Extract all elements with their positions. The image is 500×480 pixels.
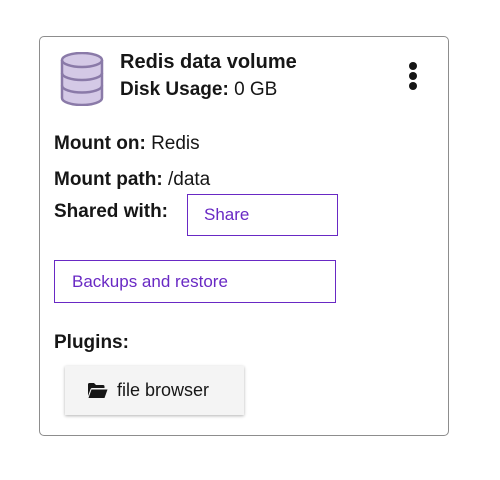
plugin-label: file browser (117, 380, 210, 400)
disk-usage-value: 0 GB (234, 79, 278, 100)
volume-title: Redis data volume (120, 51, 297, 73)
folder-open-icon (88, 383, 108, 398)
mount-on-row: Mount on: Redis (54, 132, 200, 156)
kebab-dot (409, 62, 417, 70)
kebab-menu-icon[interactable] (402, 59, 424, 93)
plugins-label: Plugins: (54, 332, 129, 353)
backups-and-restore-button[interactable]: Backups and restore (54, 260, 336, 303)
database-icon (60, 52, 104, 106)
share-button[interactable]: Share (187, 194, 338, 236)
shared-with-label: Shared with: (54, 201, 169, 222)
file-browser-plugin-button[interactable]: file browser (65, 366, 244, 415)
mount-on-value: Redis (151, 133, 200, 154)
kebab-dot (409, 82, 417, 90)
disk-usage-label: Disk Usage: (120, 79, 229, 100)
shared-with-row: Shared with: (54, 200, 168, 224)
mount-path-label: Mount path: (54, 169, 163, 190)
volume-card: Redis data volume Disk Usage: 0 GB Mount… (39, 36, 449, 436)
disk-usage: Disk Usage: 0 GB (120, 78, 277, 102)
kebab-dot (409, 72, 417, 80)
mount-on-label: Mount on: (54, 133, 146, 154)
mount-path-row: Mount path: /data (54, 168, 210, 192)
mount-path-value: /data (167, 169, 211, 190)
